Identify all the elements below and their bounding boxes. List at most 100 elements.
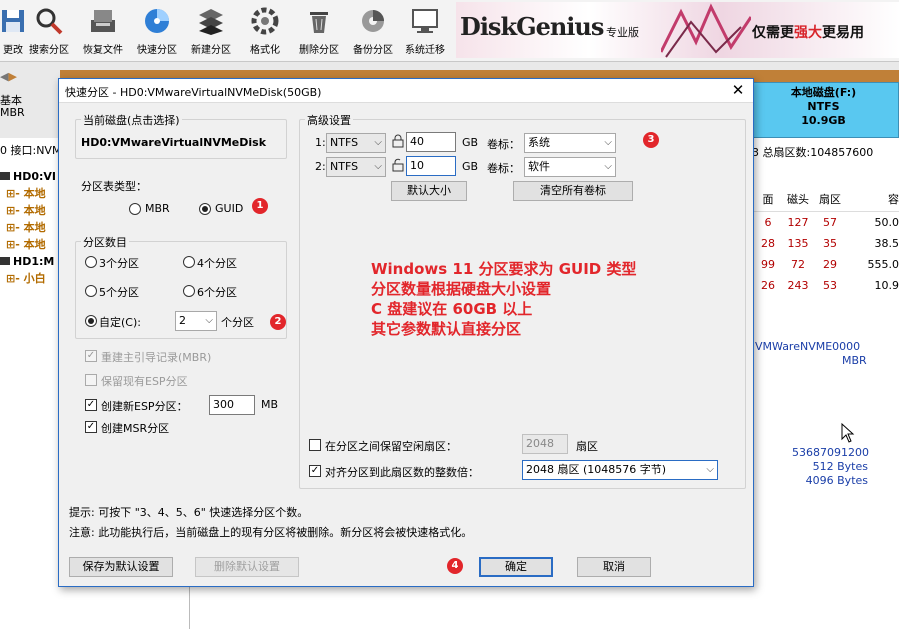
table-header: 面 磁头 扇区 容 (754, 186, 899, 212)
toolbar: 更改 搜索分区 恢复文件 快速分区 新建分区 格式化 删除分区 备份分区 系统迁… (0, 0, 899, 62)
toolbar-backup-partition-button[interactable]: 备份分区 (344, 2, 402, 60)
tree-item[interactable]: ⊞- 本地 (0, 219, 56, 236)
close-icon[interactable]: ✕ (729, 81, 747, 99)
dialog-titlebar[interactable]: 快速分区 - HD0:VMwareVirtualNVMeDisk(50GB) ✕ (59, 79, 753, 103)
dialog-title: 快速分区 - HD0:VMwareVirtualNVMeDisk(50GB) (65, 86, 322, 99)
tree-item[interactable]: ⊞- 本地 (0, 185, 56, 202)
step-badge: 4 (447, 558, 463, 574)
row2-volume-select[interactable]: 软件 ⌵ (524, 157, 616, 177)
esp-size-input[interactable]: 300 (209, 395, 255, 415)
partition-table: 面 磁头 扇区 容 6 127 57 50.0 28 135 35 38.5 99 72 29 555… (754, 186, 899, 298)
table-row[interactable]: 26 243 53 10.9 (754, 275, 899, 296)
step-badge: 2 (270, 314, 286, 330)
table-row[interactable]: 6 127 57 50.0 (754, 212, 899, 233)
create-msr-checkbox[interactable]: ✓ (85, 421, 97, 433)
guid-radio[interactable] (199, 203, 211, 215)
save-default-button[interactable]: 保存为默认设置 (69, 557, 173, 577)
count-6-label[interactable]: 6个分区 (197, 284, 237, 300)
reserve-sectors-label: 在分区之间保留空闲扇区： (325, 440, 457, 453)
row1-fs-select[interactable]: NTFS ⌵ (326, 133, 386, 153)
arrow-right-icon[interactable]: ▶ (8, 70, 16, 83)
table-cell: 28 (761, 237, 775, 250)
toolbar-new-partition-button[interactable]: 新建分区 (182, 2, 240, 60)
table-cell: 135 (787, 237, 809, 250)
row2-index: 2: (315, 160, 326, 173)
count-4-label[interactable]: 4个分区 (197, 255, 237, 271)
partition-block-f[interactable]: 本地磁盘(F:) NTFS 10.9GB (748, 82, 899, 138)
tree-item[interactable]: ⊞- 小白 (0, 270, 56, 287)
table-cell: 72 (791, 258, 805, 271)
keep-esp-label: 保留现有ESP分区 (101, 375, 188, 388)
toolbar-delete-partition-button[interactable]: 删除分区 (290, 2, 348, 60)
row2-unit: GB (462, 160, 479, 173)
count-3-label[interactable]: 3个分区 (99, 255, 139, 271)
tree-item[interactable]: ⊞- 本地 (0, 236, 56, 253)
toolbar-system-migration-button[interactable]: 系统迁移 (396, 2, 454, 60)
current-disk-value[interactable]: HD0:VMwareVirtualNVMeDisk (81, 136, 266, 149)
chevron-down-icon: ⌵ (374, 137, 382, 148)
row1-size-input[interactable]: 40 (406, 132, 456, 152)
create-esp-checkbox[interactable]: ✓ (85, 399, 97, 411)
toolbar-format-button[interactable]: 格式化 (236, 2, 294, 60)
reserve-sectors-unit: 扇区 (576, 440, 598, 453)
disk-nav-arrows[interactable]: ◀▶ (0, 70, 17, 83)
chevron-down-icon: ⌵ (205, 315, 213, 326)
row1-volume-select[interactable]: 系统 ⌵ (524, 133, 616, 153)
table-row[interactable]: 28 135 35 38.5 (754, 233, 899, 254)
table-cell: 35 (823, 237, 837, 250)
migrate-icon (412, 9, 438, 33)
custom-count-radio[interactable] (85, 315, 97, 327)
row1-volume-label: 卷标： (487, 138, 520, 151)
disk-interface-label: 0 接口:NVM (0, 144, 62, 157)
row2-fs-select[interactable]: NTFS ⌵ (326, 157, 386, 177)
count-6-radio[interactable] (183, 285, 195, 297)
table-cell: 38.5 (874, 237, 899, 250)
default-size-button[interactable]: 默认大小 (391, 181, 467, 201)
reserve-sectors-input[interactable]: 2048 (522, 434, 568, 454)
count-5-label[interactable]: 5个分区 (99, 284, 139, 300)
mbr-radio-label[interactable]: MBR (145, 202, 170, 215)
disk-type-label: MBR (0, 106, 25, 119)
lock-icon[interactable] (392, 134, 404, 148)
table-cell: 57 (823, 216, 837, 229)
keep-esp-checkbox[interactable] (85, 374, 97, 386)
new-partition-icon (199, 9, 223, 35)
mbr-radio[interactable] (129, 203, 141, 215)
count-5-radio[interactable] (85, 285, 97, 297)
toolbar-search-partition-button[interactable]: 搜索分区 (20, 2, 78, 60)
align-sectors-select[interactable]: 2048 扇区 (1048576 字节) ⌵ (522, 460, 718, 480)
tree-item[interactable]: ⊞- 本地 (0, 202, 56, 219)
delete-default-button[interactable]: 删除默认设置 (195, 557, 299, 577)
row2-size-input[interactable]: 10 (406, 156, 456, 176)
format-icon (251, 7, 279, 35)
cancel-button[interactable]: 取消 (577, 557, 651, 577)
tree-item[interactable]: HD0:VI (0, 168, 56, 185)
clear-labels-button[interactable]: 清空所有卷标 (513, 181, 633, 201)
partition-type-label: 分区表类型： (81, 180, 147, 193)
rebuild-mbr-checkbox[interactable]: ✓ (85, 350, 97, 362)
banner-brand: DiskGenius (460, 12, 604, 41)
table-cell: 53 (823, 279, 837, 292)
disk-icon (0, 257, 10, 265)
current-disk-label: 当前磁盘(点击选择) (81, 112, 182, 128)
table-row[interactable]: 99 72 29 555.0 (754, 254, 899, 275)
ok-button[interactable]: 确定 (479, 557, 553, 577)
reserve-sectors-checkbox[interactable] (309, 439, 321, 451)
count-3-radio[interactable] (85, 256, 97, 268)
annotation-text: Windows 11 分区要求为 GUID 类型 分区数量根据硬盘大小设置 C … (371, 260, 637, 338)
guid-radio-label[interactable]: GUID (215, 202, 243, 215)
toolbar-quick-partition-button[interactable]: 快速分区 (128, 2, 186, 60)
custom-count-suffix: 个分区 (221, 316, 254, 329)
custom-count-select[interactable]: 2 ⌵ (175, 311, 217, 331)
disk-capacity-values: 53687091200 512 Bytes 4096 Bytes (792, 446, 869, 487)
tree-item[interactable]: HD1:M (0, 253, 56, 270)
align-partitions-checkbox[interactable]: ✓ (309, 465, 321, 477)
toolbar-recover-files-button[interactable]: 恢复文件 (74, 2, 132, 60)
count-4-radio[interactable] (183, 256, 195, 268)
custom-count-label[interactable]: 自定(C): (99, 314, 141, 330)
banner-decoration-icon (661, 3, 751, 58)
unlock-icon[interactable] (392, 158, 404, 172)
table-cell: 127 (787, 216, 809, 229)
table-cell: 50.0 (874, 216, 899, 229)
row1-unit: GB (462, 136, 479, 149)
